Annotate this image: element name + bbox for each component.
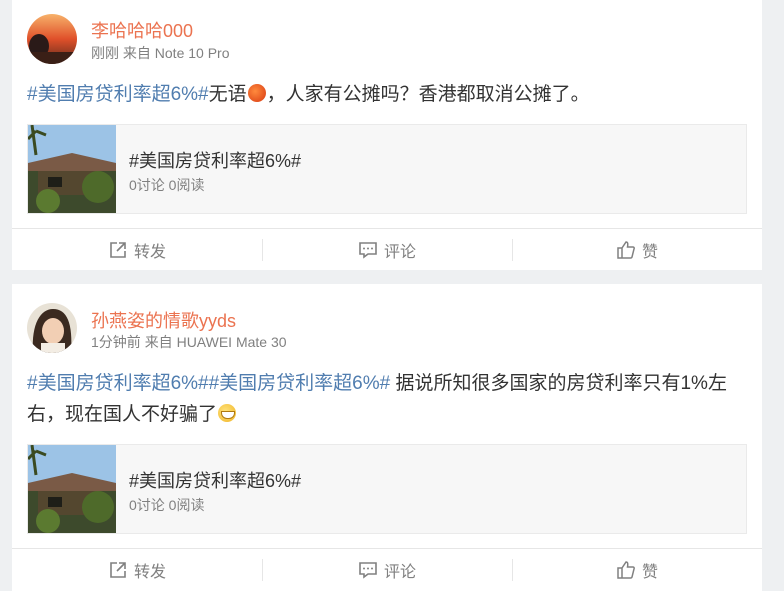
thumbs-up-icon: [617, 561, 635, 579]
action-bar: 转发 评论 赞: [12, 548, 762, 591]
repost-button[interactable]: 转发: [12, 229, 262, 271]
like-label: 赞: [641, 244, 658, 261]
angry-emoji-icon: [247, 84, 266, 102]
post-meta: 1分钟前 来自 HUAWEI Mate 30: [91, 332, 287, 352]
post-text: #美国房贷利率超6%#无语 ，人家有公摊吗？香港都取消公摊了。: [27, 79, 747, 110]
topic-card-stats: 0讨论 0阅读: [129, 497, 205, 513]
avatar[interactable]: [27, 14, 77, 64]
thumbs-up-icon: [617, 241, 635, 259]
topic-card-title: #美国房贷利率超6%#: [129, 471, 302, 491]
like-button[interactable]: 赞: [512, 549, 762, 591]
repost-button[interactable]: 转发: [12, 549, 262, 591]
post-text: #美国房贷利率超6%##美国房贷利率超6%# 据说所知很多国家的房贷利率只有1%…: [27, 368, 747, 430]
post-time[interactable]: 刚刚: [91, 45, 119, 61]
username[interactable]: 孙燕姿的情歌yyds: [91, 307, 236, 333]
comment-button[interactable]: 评论: [262, 549, 512, 591]
comment-label: 评论: [383, 564, 416, 581]
post-body-continued: ，人家有公摊吗？香港都取消公摊了。: [266, 84, 590, 105]
topic-card-title: #美国房贷利率超6%#: [129, 151, 302, 171]
post-time[interactable]: 1分钟前: [91, 334, 141, 350]
repost-label: 转发: [133, 244, 166, 261]
topic-thumbnail: [28, 125, 116, 213]
comment-icon: [359, 562, 377, 579]
source-prefix: 来自: [144, 334, 173, 350]
avatar[interactable]: [27, 303, 77, 353]
username[interactable]: 李哈哈哈000: [91, 17, 193, 43]
topic-link[interactable]: #美国房贷利率超6%##美国房贷利率超6%#: [27, 373, 390, 394]
repost-label: 转发: [133, 564, 166, 581]
topic-thumbnail: [28, 445, 116, 533]
repost-icon: [110, 242, 126, 258]
action-bar: 转发 评论 赞: [12, 228, 762, 271]
topic-link[interactable]: #美国房贷利率超6%#: [27, 84, 209, 105]
post-meta: 刚刚 来自 Note 10 Pro: [91, 43, 230, 63]
post-card: 李哈哈哈000 刚刚 来自 Note 10 Pro #美国房贷利率超6%#无语，…: [12, 0, 762, 270]
grin-emoji-icon: [218, 404, 237, 422]
like-label: 赞: [641, 564, 658, 581]
post-card: 孙燕姿的情歌yyds 1分钟前 来自 HUAWEI Mate 30 #美国房贷利…: [12, 284, 762, 591]
like-button[interactable]: 赞: [512, 229, 762, 271]
topic-card[interactable]: #美国房贷利率超6%# 0讨论 0阅读: [27, 444, 747, 534]
device-name: HUAWEI Mate 30: [176, 334, 287, 350]
comment-icon: [359, 242, 377, 259]
topic-card-stats: 0讨论 0阅读: [129, 177, 205, 193]
device-name: Note 10 Pro: [154, 45, 230, 61]
comment-label: 评论: [383, 244, 416, 261]
repost-icon: [110, 562, 126, 578]
source-prefix: 来自: [122, 45, 151, 61]
post-body: 无语: [208, 84, 247, 105]
comment-button[interactable]: 评论: [262, 229, 512, 271]
topic-card[interactable]: #美国房贷利率超6%# 0讨论 0阅读: [27, 124, 747, 214]
